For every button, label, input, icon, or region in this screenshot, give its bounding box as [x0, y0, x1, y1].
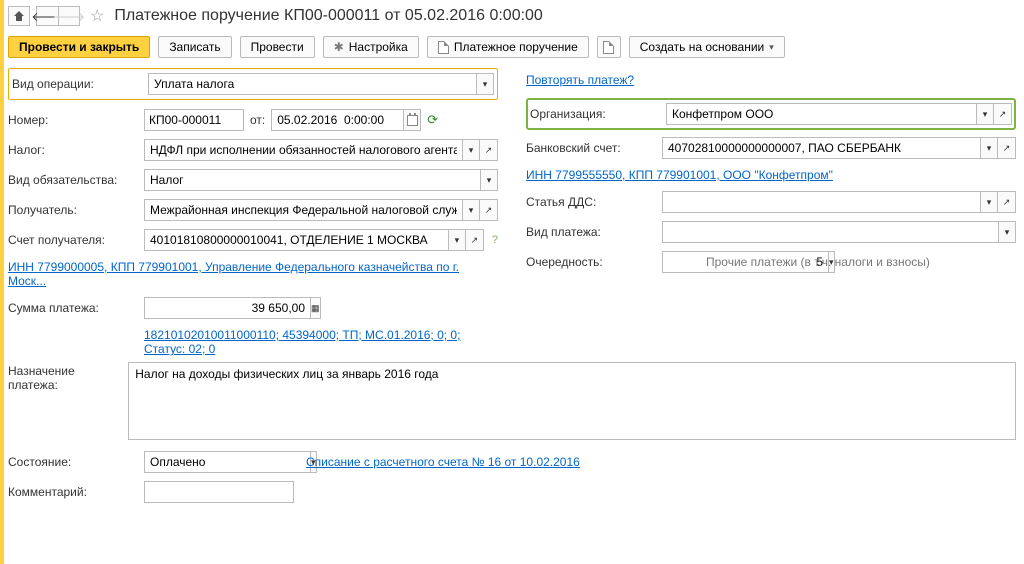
recipient-input[interactable] — [144, 199, 462, 221]
recipient-dropdown[interactable]: ▾ — [462, 199, 480, 221]
status-input[interactable] — [144, 451, 310, 473]
writeoff-link[interactable]: Списание с расчетного счета № 16 от 10.0… — [306, 455, 580, 469]
queue-label: Очередность: — [526, 255, 656, 269]
tax-open-button[interactable]: ↗ — [480, 139, 498, 161]
favorite-icon[interactable]: ☆ — [90, 6, 104, 26]
payment-type-label: Вид платежа: — [526, 225, 656, 239]
number-label: Номер: — [8, 113, 138, 127]
organization-open-button[interactable]: ↗ — [994, 103, 1012, 125]
organization-input[interactable] — [666, 103, 976, 125]
sheet-icon — [603, 41, 614, 54]
save-button[interactable]: Записать — [158, 36, 231, 58]
gear-icon: ✱ — [334, 40, 344, 54]
from-label: от: — [250, 113, 265, 127]
dds-dropdown[interactable]: ▾ — [980, 191, 998, 213]
bank-account-open-button[interactable]: ↗ — [998, 137, 1016, 159]
bank-account-dropdown[interactable]: ▾ — [980, 137, 998, 159]
recipient-label: Получатель: — [8, 203, 138, 217]
help-icon[interactable]: ? — [492, 234, 498, 246]
date-input[interactable] — [271, 109, 403, 131]
status-label: Состояние: — [8, 455, 138, 469]
dds-input[interactable] — [662, 191, 980, 213]
payment-type-dropdown[interactable]: ▾ — [998, 221, 1016, 243]
number-input[interactable] — [144, 109, 244, 131]
purpose-textarea[interactable] — [128, 362, 1016, 440]
extra-action-button[interactable] — [597, 36, 621, 58]
obligation-type-label: Вид обязательства: — [8, 173, 138, 187]
amount-input[interactable] — [144, 297, 310, 319]
comment-label: Комментарий: — [8, 485, 138, 499]
tax-dropdown[interactable]: ▾ — [462, 139, 480, 161]
organization-dropdown[interactable]: ▾ — [976, 103, 994, 125]
calendar-icon — [407, 115, 418, 126]
refresh-icon[interactable]: ⟳ — [427, 112, 438, 128]
amount-label: Сумма платежа: — [8, 301, 138, 315]
operation-type-label: Вид операции: — [12, 77, 142, 91]
obligation-type-dropdown[interactable]: ▾ — [480, 169, 498, 191]
document-icon — [438, 41, 449, 54]
home-button[interactable] — [8, 6, 30, 26]
queue-hint: Прочие платежи (в т.ч. налоги и взносы) — [706, 255, 930, 269]
date-picker-button[interactable] — [403, 109, 421, 131]
recipient-details-link[interactable]: ИНН 7799000005, КПП 779901001, Управлени… — [8, 260, 459, 288]
chevron-down-icon: ▾ — [769, 42, 774, 53]
organization-label: Организация: — [530, 107, 660, 121]
recipient-open-button[interactable]: ↗ — [480, 199, 498, 221]
post-and-close-button[interactable]: Провести и закрыть — [8, 36, 150, 58]
purpose-label: Назначение платежа: — [8, 362, 122, 440]
dds-open-button[interactable]: ↗ — [998, 191, 1016, 213]
forward-button[interactable]: 🡒 — [58, 6, 80, 26]
settings-button[interactable]: ✱Настройка — [323, 36, 419, 58]
amount-calc-button[interactable]: ▦ — [310, 297, 321, 319]
payment-type-input[interactable] — [662, 221, 998, 243]
dds-label: Статья ДДС: — [526, 195, 656, 209]
operation-type-input[interactable] — [148, 73, 476, 95]
payment-order-button[interactable]: Платежное поручение — [427, 36, 589, 58]
create-based-button[interactable]: Создать на основании▾ — [629, 36, 785, 58]
repeat-payment-link[interactable]: Повторять платеж? — [526, 73, 634, 87]
recipient-account-input[interactable] — [144, 229, 448, 251]
obligation-type-input[interactable] — [144, 169, 480, 191]
post-button[interactable]: Провести — [240, 36, 315, 58]
operation-type-dropdown[interactable]: ▾ — [476, 73, 494, 95]
recipient-account-open-button[interactable]: ↗ — [466, 229, 484, 251]
bank-account-label: Банковский счет: — [526, 141, 656, 155]
tax-input[interactable] — [144, 139, 462, 161]
org-details-link[interactable]: ИНН 7799555550, КПП 779901001, ООО "Конф… — [526, 168, 833, 182]
tax-label: Налог: — [8, 143, 138, 157]
bank-account-input[interactable] — [662, 137, 980, 159]
recipient-account-dropdown[interactable]: ▾ — [448, 229, 466, 251]
recipient-account-label: Счет получателя: — [8, 233, 138, 247]
kbk-link[interactable]: 18210102010011000110; 45394000; ТП; МС.0… — [144, 328, 460, 356]
page-title: Платежное поручение КП00-000011 от 05.02… — [114, 7, 542, 25]
comment-input[interactable] — [144, 481, 294, 503]
